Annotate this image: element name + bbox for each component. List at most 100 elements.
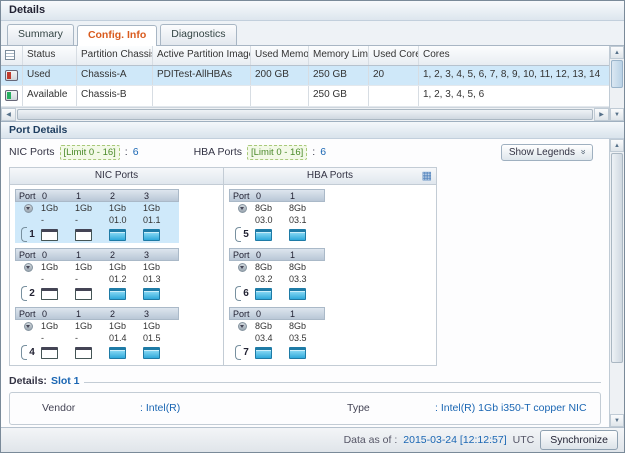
scroll-down-icon[interactable]: ▼ xyxy=(610,108,624,121)
port-number: 3 xyxy=(144,249,178,260)
port-number: 0 xyxy=(256,308,290,319)
port-icon[interactable] xyxy=(109,229,126,241)
nic-port-group-slot-1[interactable]: Port 0 1 2 3 1Gb 1Gb xyxy=(15,189,179,243)
nic-ports-label: NIC Ports xyxy=(9,146,55,158)
port-id: - xyxy=(41,214,75,226)
port-icon[interactable] xyxy=(109,288,126,300)
scroll-up-icon[interactable]: ▲ xyxy=(610,139,624,152)
table-horizontal-scrollbar[interactable]: ◀ ▶ xyxy=(1,107,609,121)
port-icon[interactable] xyxy=(143,288,160,300)
slot-details-box: Vendor : Intel(R) Type : Intel(R) 1Gb i3… xyxy=(9,392,601,425)
link-status-icon xyxy=(24,263,33,272)
slot-badge: 4 xyxy=(15,345,41,360)
link-status-icon xyxy=(24,322,33,331)
synchronize-button[interactable]: Synchronize xyxy=(540,430,618,450)
port-icon[interactable] xyxy=(289,347,306,359)
column-header-used-cores[interactable]: Used Cores xyxy=(369,46,419,65)
port-id: 03.0 xyxy=(255,214,289,226)
nic-port-group-slot-4[interactable]: Port 0 1 2 3 1Gb 1Gb xyxy=(15,307,179,361)
port-icon[interactable] xyxy=(289,229,306,241)
tab-config-info[interactable]: Config. Info xyxy=(77,25,157,46)
port-icon[interactable] xyxy=(41,347,58,359)
port-id: 03.4 xyxy=(255,332,289,344)
port-icon[interactable] xyxy=(255,229,272,241)
port-number: 0 xyxy=(42,249,76,260)
port-speed: 8Gb xyxy=(255,202,289,214)
cell-used-cores xyxy=(369,86,419,106)
cell-used-memory xyxy=(251,86,309,106)
port-speed: 8Gb xyxy=(289,202,323,214)
cell-cores: 1, 2, 3, 4, 5, 6 xyxy=(419,86,609,106)
tab-diagnostics[interactable]: Diagnostics xyxy=(160,24,236,45)
port-group-header: Port 0 1 2 3 xyxy=(15,307,179,320)
table-vertical-scrollbar[interactable]: ▲ ▼ xyxy=(609,46,624,121)
port-icon[interactable] xyxy=(41,229,58,241)
horizontal-scroll-thumb[interactable] xyxy=(17,109,593,120)
scroll-left-icon[interactable]: ◀ xyxy=(1,108,16,121)
selected-slot-label: Slot 1 xyxy=(51,375,80,387)
cell-image: PDITest-AllHBAs xyxy=(153,66,251,86)
nic-panel-title: NIC Ports xyxy=(10,168,223,185)
port-speed: 1Gb xyxy=(109,202,143,214)
ports-panel: NIC Ports Port 0 1 2 3 xyxy=(9,167,437,366)
port-icon[interactable] xyxy=(289,288,306,300)
port-icon[interactable] xyxy=(75,229,92,241)
port-icon[interactable] xyxy=(143,347,160,359)
port-group-header: Port 0 1 xyxy=(229,189,325,202)
port-group-header: Port 0 1 xyxy=(229,307,325,320)
column-header-partition-chassis[interactable]: Partition Chassis xyxy=(77,46,153,65)
slot-number: 1 xyxy=(29,229,35,240)
port-label: Port xyxy=(230,190,256,201)
port-icon[interactable] xyxy=(255,288,272,300)
colon: : xyxy=(312,146,315,158)
slot-number: 5 xyxy=(243,229,249,240)
port-number: 3 xyxy=(144,308,178,319)
port-icon[interactable] xyxy=(255,347,272,359)
table-row-chassis-b[interactable]: Available Chassis-B 250 GB 1, 2, 3, 4, 5… xyxy=(1,86,609,107)
column-header-status[interactable]: Status xyxy=(23,46,77,65)
port-icon[interactable] xyxy=(109,347,126,359)
tab-summary[interactable]: Summary xyxy=(7,24,74,45)
slot-number: 7 xyxy=(243,347,249,358)
port-number: 2 xyxy=(110,308,144,319)
hba-port-group-slot-6[interactable]: Port 0 1 8Gb 8Gb xyxy=(229,248,325,302)
port-icon[interactable] xyxy=(41,288,58,300)
column-header-used-memory[interactable]: Used Memory xyxy=(251,46,309,65)
table-row-chassis-a[interactable]: Used Chassis-A PDITest-AllHBAs 200 GB 25… xyxy=(1,66,609,87)
grid-view-icon[interactable]: ▦ xyxy=(422,168,432,184)
hba-port-group-slot-5[interactable]: Port 0 1 8Gb 8Gb xyxy=(229,189,325,243)
port-number: 3 xyxy=(144,190,178,201)
nic-port-group-slot-2[interactable]: Port 0 1 2 3 1Gb 1Gb xyxy=(15,248,179,302)
port-speed: 1Gb xyxy=(41,202,75,214)
hba-port-group-slot-7[interactable]: Port 0 1 8Gb 8Gb xyxy=(229,307,325,361)
port-speed: 1Gb xyxy=(41,320,75,332)
port-icon[interactable] xyxy=(75,347,92,359)
chevron-down-icon: « xyxy=(577,149,587,154)
window-title: Details xyxy=(1,1,624,21)
scroll-down-icon[interactable]: ▼ xyxy=(610,414,624,427)
show-legends-button[interactable]: Show Legends « xyxy=(501,144,593,161)
column-header-active-partition-image[interactable]: Active Partition Image xyxy=(153,46,251,65)
vertical-scroll-thumb[interactable] xyxy=(611,60,623,88)
scroll-up-icon[interactable]: ▲ xyxy=(610,46,624,59)
select-column-header[interactable] xyxy=(1,46,23,65)
column-header-cores[interactable]: Cores xyxy=(419,46,609,65)
port-speed: 1Gb xyxy=(143,202,177,214)
content-vertical-scrollbar[interactable]: ▲ ▼ xyxy=(609,139,624,427)
scroll-right-icon[interactable]: ▶ xyxy=(594,108,609,121)
port-group-header: Port 0 1 xyxy=(229,248,325,261)
port-id: 03.3 xyxy=(289,273,323,285)
vendor-label: Vendor xyxy=(20,402,140,414)
port-label: Port xyxy=(16,308,42,319)
content-scroll-thumb[interactable] xyxy=(611,153,623,363)
show-legends-label: Show Legends xyxy=(509,147,575,158)
port-icon[interactable] xyxy=(143,229,160,241)
port-id: 01.2 xyxy=(109,273,143,285)
column-header-memory-limit[interactable]: Memory Limit xyxy=(309,46,369,65)
port-id: 01.0 xyxy=(109,214,143,226)
port-label: Port xyxy=(230,308,256,319)
port-number: 0 xyxy=(256,249,290,260)
port-id: 03.1 xyxy=(289,214,323,226)
cell-used-memory: 200 GB xyxy=(251,66,309,86)
port-icon[interactable] xyxy=(75,288,92,300)
